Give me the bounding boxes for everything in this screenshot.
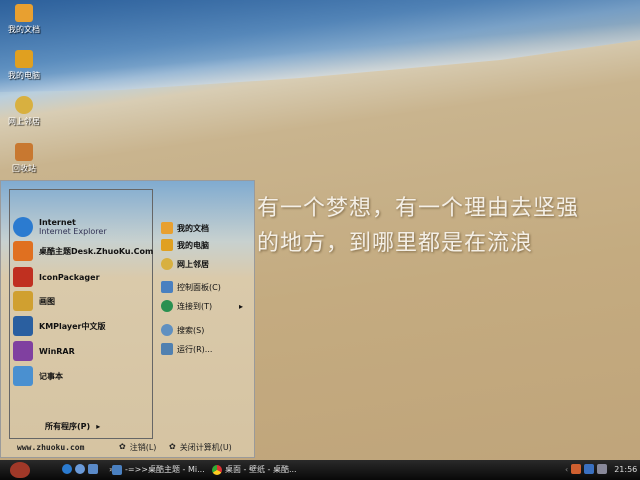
menu-item-kmplayer[interactable]: KMPlayer中文版 — [13, 316, 106, 336]
task-label: -=>>桌酷主题 - Mi... — [125, 465, 205, 474]
zhuoku-icon — [13, 241, 33, 261]
document-icon — [112, 464, 122, 475]
taskbar: » -=>>桌酷主题 - Mi... 桌面 - 壁纸 - 桌酷... ‹ 21:… — [0, 460, 640, 480]
task-label: 桌面 - 壁纸 - 桌酷... — [225, 465, 297, 474]
icon-label: 我的文档 — [8, 25, 40, 34]
menu-item-network[interactable]: 网上邻居 — [161, 258, 209, 270]
item-label: 记事本 — [39, 371, 63, 381]
menu-item-paint[interactable]: 画图 — [13, 291, 55, 311]
notepad-icon — [13, 366, 33, 386]
menu-item-control-panel[interactable]: 控制面板(C) — [161, 281, 221, 293]
shutdown-label: 关闭计算机(U) — [179, 443, 232, 452]
item-label: 控制面板(C) — [177, 282, 221, 292]
icon-label: 我的电脑 — [8, 71, 40, 80]
menu-item-winrar[interactable]: WinRAR — [13, 341, 75, 361]
item-label: 网上邻居 — [177, 259, 209, 269]
item-label: 画图 — [39, 296, 55, 306]
volume-icon[interactable] — [597, 464, 608, 474]
folder-icon — [15, 4, 33, 22]
computer-icon — [15, 50, 33, 68]
network-icon — [15, 96, 33, 114]
start-menu: Internet Internet Explorer 桌酷主题Desk.ZhuoK… — [0, 180, 255, 458]
taskbar-task-zhuoku[interactable]: -=>>桌酷主题 - Mi... — [112, 464, 205, 475]
arrow-right-icon: ▸ — [238, 301, 243, 311]
icon-label: 网上邻居 — [8, 117, 40, 126]
item-label: KMPlayer中文版 — [39, 321, 106, 331]
wallpaper-quote-line1: 有一个梦想，有一个理由去坚强 — [257, 196, 580, 221]
network-tray-icon[interactable] — [584, 464, 595, 474]
paint-icon — [13, 291, 33, 311]
tray-app-icon[interactable] — [571, 464, 582, 474]
shutdown-icon: ✿ — [169, 442, 176, 451]
item-label: 桌酷主题Desk.ZhuoKu.Com — [39, 246, 154, 256]
connect-icon — [161, 300, 173, 312]
item-label: IconPackager — [39, 272, 100, 282]
quick-launch: » — [62, 464, 114, 474]
desktop-icon-my-documents[interactable]: 我的文档 — [2, 4, 46, 35]
menu-item-my-documents[interactable]: 我的文档 — [161, 222, 209, 234]
system-tray: ‹ 21:56 — [565, 464, 637, 474]
wallpaper-quote-line2: 的地方，到哪里都是在流浪 — [257, 231, 534, 256]
logoff-icon: ✿ — [119, 442, 126, 451]
kmplayer-icon — [13, 316, 33, 336]
website-label: www.zhuoku.com — [17, 443, 85, 452]
ie-icon[interactable] — [62, 464, 72, 474]
menu-item-notepad[interactable]: 记事本 — [13, 366, 63, 386]
item-label: 运行(R)... — [177, 344, 213, 354]
item-label: 连接到(T) — [177, 301, 213, 311]
logoff-button[interactable]: ✿ 注销(L) — [119, 442, 156, 453]
desktop-icon-my-computer[interactable]: 我的电脑 — [2, 50, 46, 81]
menu-item-internet[interactable]: Internet Internet Explorer — [13, 217, 107, 237]
arrow-right-icon: ▸ — [96, 422, 101, 431]
iconpackager-icon — [13, 267, 33, 287]
tray-collapse-icon[interactable]: ‹ — [565, 465, 568, 474]
folder-icon — [161, 222, 173, 234]
control-panel-icon — [161, 281, 173, 293]
desktop-icon[interactable] — [88, 464, 98, 474]
winrar-icon — [13, 341, 33, 361]
search-icon — [161, 324, 173, 336]
item-label: 我的电脑 — [177, 240, 209, 250]
item-label: 我的文档 — [177, 223, 209, 233]
all-programs-button[interactable]: 所有程序(P) ▸ — [45, 421, 100, 432]
menu-item-run[interactable]: 运行(R)... — [161, 343, 212, 355]
desktop-icon-network[interactable]: 网上邻居 — [2, 96, 46, 127]
all-programs-label: 所有程序(P) — [45, 422, 91, 431]
item-label: WinRAR — [39, 346, 75, 356]
item-sublabel: Internet Explorer — [39, 227, 107, 236]
menu-item-iconpackager[interactable]: IconPackager — [13, 267, 100, 287]
icon-label: 回收站 — [12, 164, 36, 173]
shutdown-button[interactable]: ✿ 关闭计算机(U) — [169, 442, 232, 453]
wallpaper-ocean — [0, 0, 640, 92]
network-icon — [161, 258, 173, 270]
chrome-icon — [212, 464, 222, 475]
desktop-icon-recycle-bin[interactable]: 回收站 — [2, 143, 46, 174]
menu-item-search[interactable]: 搜索(S) — [161, 324, 204, 336]
item-label: 搜索(S) — [177, 325, 205, 335]
recycle-bin-icon — [15, 143, 33, 161]
item-label: Internet — [39, 218, 76, 227]
start-button-heart-icon[interactable] — [10, 462, 30, 478]
logoff-label: 注销(L) — [129, 443, 157, 452]
browser-icon[interactable] — [75, 464, 85, 474]
ie-icon — [13, 217, 33, 237]
run-icon — [161, 343, 173, 355]
menu-item-my-computer[interactable]: 我的电脑 — [161, 239, 209, 251]
menu-item-zhuoku[interactable]: 桌酷主题Desk.ZhuoKu.Com — [13, 241, 153, 261]
clock[interactable]: 21:56 — [614, 465, 637, 474]
computer-icon — [161, 239, 173, 251]
menu-item-connect-to[interactable]: 连接到(T) ▸ — [161, 300, 243, 312]
taskbar-task-chrome[interactable]: 桌面 - 壁纸 - 桌酷... — [212, 464, 297, 475]
